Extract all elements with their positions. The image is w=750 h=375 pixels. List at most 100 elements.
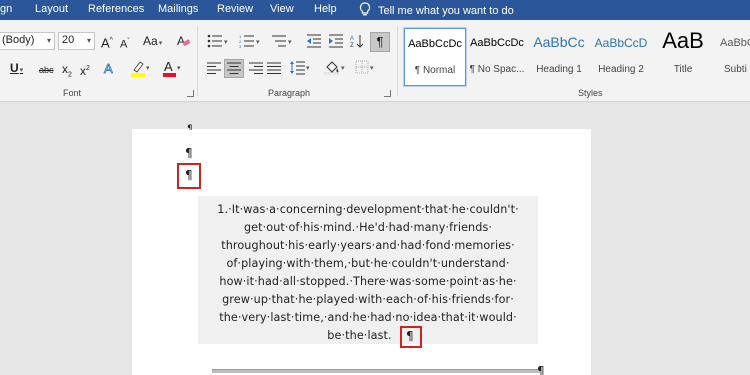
borders-button[interactable]: ▾ [355, 60, 374, 76]
font-color-letter: A [164, 59, 173, 74]
shading-button[interactable]: ▾ [324, 60, 345, 76]
paragraph-group-label: Paragraph [268, 88, 311, 98]
style-title[interactable]: AaB Title [652, 28, 714, 86]
tab-review[interactable]: Review [217, 3, 253, 15]
paragraph-line: be·the·last. [327, 329, 392, 342]
style-name: Subti [724, 64, 747, 75]
tab-design[interactable]: gn [0, 3, 12, 15]
style-subtitle[interactable]: AaBbCcD Subti [716, 28, 750, 86]
increase-indent-button[interactable] [328, 34, 344, 48]
change-case-label: Aa [143, 34, 158, 48]
group-divider [397, 26, 398, 96]
justify-button[interactable] [267, 62, 281, 75]
style-preview: AaBbCcD [594, 36, 648, 50]
numbering-button[interactable]: 1 2 3 ▾ [239, 34, 260, 50]
align-right-icon [249, 62, 263, 75]
eraser-icon: A [177, 33, 191, 49]
paragraph-line: get·out·of·his·mind.·He'd·had·many·frien… [243, 221, 493, 234]
clear-formatting-button[interactable]: A [177, 33, 191, 49]
sort-icon: AZ [350, 34, 364, 48]
svg-text:A: A [177, 34, 185, 48]
font-color-swatch [163, 73, 176, 77]
strikethrough-label: abc [39, 65, 54, 75]
underline-label: U [10, 61, 19, 75]
align-center-button[interactable] [224, 59, 244, 78]
numbering-icon: 123 [239, 34, 255, 48]
superscript-button[interactable]: x2 [80, 62, 90, 78]
tab-layout[interactable]: Layout [35, 3, 68, 15]
underline-button[interactable]: U▾ [10, 61, 23, 78]
subscript-button[interactable]: x2 [62, 62, 72, 82]
paragraph-mark-partial: ¶ [187, 124, 193, 130]
font-color-icon: A [163, 60, 176, 77]
grow-font-button[interactable]: A^ [101, 34, 113, 50]
style-normal[interactable]: AaBbCcDc ¶ Normal [403, 27, 467, 87]
style-name: Heading 2 [598, 64, 644, 75]
paragraph-line: of·playing·with·them,·but·he·couldn't·un… [226, 257, 510, 270]
style-preview: AaBbCcD [720, 37, 750, 49]
borders-icon [355, 60, 369, 74]
tab-references[interactable]: References [88, 3, 144, 15]
subscript-digit: 2 [68, 71, 72, 79]
style-preview: AaB [662, 28, 704, 53]
tab-view[interactable]: View [270, 3, 294, 15]
font-dialog-launcher[interactable] [187, 90, 194, 97]
tab-mailings[interactable]: Mailings [158, 3, 198, 15]
paragraph-dialog-launcher[interactable] [384, 90, 391, 97]
style-no-spacing[interactable]: AaBbCcDc ¶ No Spac... [466, 28, 528, 86]
paragraph-mark-bottom: ¶ [537, 364, 545, 375]
chevron-down-icon: ▾ [46, 36, 51, 45]
grow-font-label: A [101, 35, 110, 51]
lightbulb-icon [358, 2, 372, 20]
sort-button[interactable]: AZ [350, 34, 364, 48]
font-name-value: (Body) [2, 34, 35, 46]
highlight-color-button[interactable]: ▾ [131, 60, 150, 77]
multilevel-list-button[interactable]: ▾ [271, 34, 292, 50]
font-color-button[interactable]: A ▾ [163, 60, 181, 77]
paragraph-line: the·very·last·time,·and·he·had·no·idea·t… [219, 311, 517, 324]
tab-help[interactable]: Help [314, 3, 337, 15]
group-divider [197, 26, 198, 96]
text-effects-icon: A [103, 60, 117, 76]
paragraph-mark-empty: ¶ [185, 146, 193, 160]
paragraph-mark-end: ¶ [406, 329, 414, 343]
style-heading-2[interactable]: AaBbCcD Heading 2 [590, 28, 652, 86]
svg-text:Z: Z [350, 43, 354, 48]
svg-text:A: A [104, 61, 113, 76]
bullets-button[interactable]: ▾ [207, 34, 228, 50]
superscript-digit: 2 [86, 65, 90, 72]
change-case-button[interactable]: Aa▾ [143, 34, 162, 51]
ribbon: (Body) ▾ 20 ▾ A^ Aˇ Aa▾ A U▾ abc x2 x2 A… [0, 20, 750, 102]
pilcrow-icon: ¶ [376, 34, 384, 49]
style-heading-1[interactable]: AaBbCc Heading 1 [528, 28, 590, 86]
paragraph-line: 1.·It·was·a·concerning·development·that·… [217, 203, 519, 216]
highlight-color-swatch [131, 73, 145, 77]
highlighter-icon [131, 60, 145, 77]
strikethrough-button[interactable]: abc [39, 63, 54, 77]
paragraph-line: how·it·had·all·stopped.·There·was·some·p… [219, 275, 517, 288]
paragraph-line: throughout·his·early·years·and·had·fond·… [221, 239, 515, 252]
font-name-combo[interactable]: (Body) ▾ [0, 32, 55, 50]
paragraph-line: grew·up·that·he·played·with·each·of·his·… [222, 293, 514, 306]
font-group-label: Font [63, 88, 82, 98]
increase-indent-icon [328, 34, 344, 48]
align-left-button[interactable] [207, 62, 221, 75]
multilevel-list-icon [271, 34, 287, 48]
font-size-combo[interactable]: 20 ▾ [58, 32, 95, 50]
align-right-button[interactable] [249, 62, 263, 75]
numbered-paragraph[interactable]: 1.·It·was·a·concerning·development·that·… [200, 201, 536, 345]
shrink-font-button[interactable]: Aˇ [120, 35, 130, 52]
tell-me-box[interactable]: Tell me what you want to do [358, 2, 514, 20]
style-preview: AaBbCcDc [470, 37, 524, 49]
svg-text:A: A [350, 36, 354, 42]
paragraph-mark-highlighted: ¶ [185, 168, 193, 182]
line-spacing-icon [289, 60, 305, 75]
svg-text:3: 3 [239, 44, 242, 48]
paragraph-last-line: be·the·last. [200, 327, 536, 345]
decrease-indent-button[interactable] [306, 34, 322, 48]
show-formatting-marks-button[interactable]: ¶ [370, 32, 390, 52]
text-effects-button[interactable]: A [103, 60, 117, 76]
line-spacing-button[interactable]: ▾ [289, 60, 310, 76]
menu-bar: gn Layout References Mailings Review Vie… [0, 0, 750, 20]
align-left-icon [207, 62, 221, 75]
